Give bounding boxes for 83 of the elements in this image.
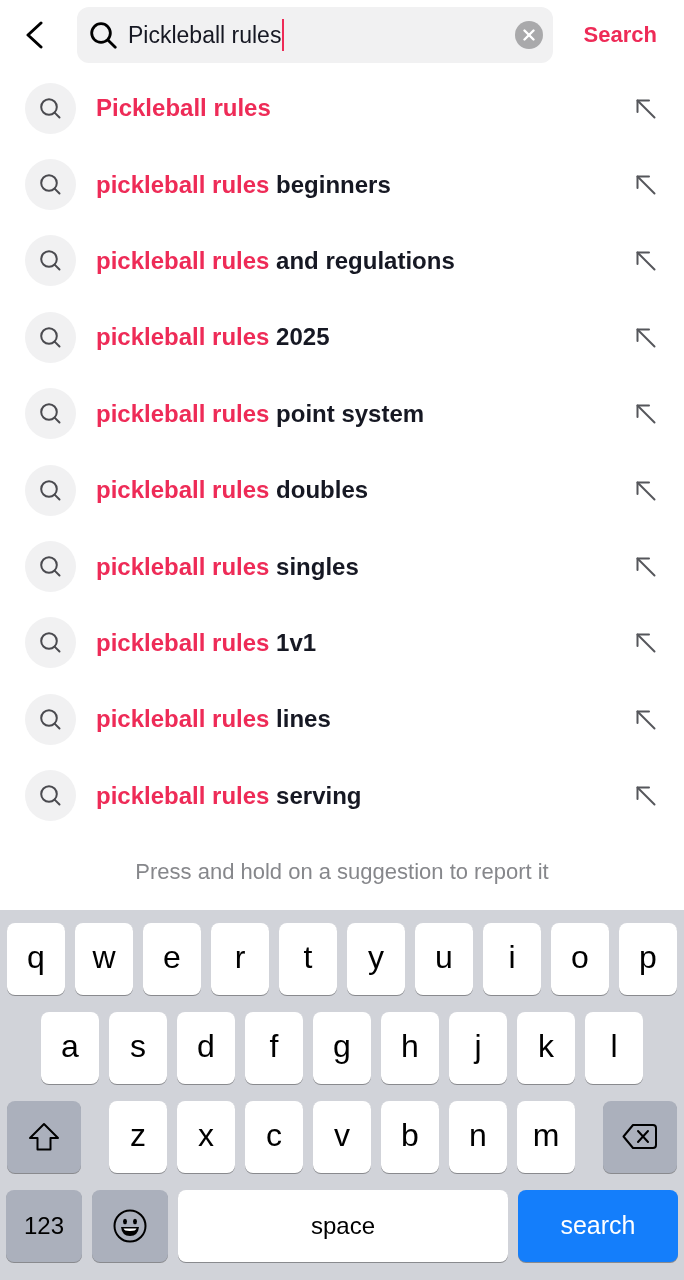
letter-key[interactable]: p [619, 922, 677, 995]
suggestion-text[interactable]: pickleball rules doubles [96, 475, 369, 506]
search-icon [25, 770, 76, 822]
delete-key[interactable] [603, 1100, 677, 1173]
search-icon [25, 235, 76, 287]
fill-search-button[interactable] [635, 403, 656, 425]
emoji-key[interactable] [92, 1189, 168, 1262]
letter-key[interactable]: y [347, 922, 405, 995]
suggestion-text[interactable]: pickleball rules lines [96, 704, 331, 735]
up-left-arrow-icon [635, 174, 656, 196]
letter-key[interactable]: i [483, 922, 541, 995]
suggestion-text[interactable]: Pickleball rules [96, 93, 271, 124]
search-icon [25, 541, 76, 593]
fill-search-button[interactable] [635, 632, 656, 654]
search-icon [25, 159, 76, 211]
letter-key[interactable]: o [551, 922, 609, 995]
search-query: Pickleball rules [128, 21, 282, 50]
up-left-arrow-icon [635, 250, 656, 272]
search-button[interactable]: Search [583, 20, 657, 50]
fill-search-button[interactable] [635, 326, 656, 348]
suggestion-text[interactable]: pickleball rules 1v1 [96, 627, 317, 658]
up-left-arrow-icon [635, 708, 656, 730]
letter-key[interactable]: a [41, 1011, 99, 1084]
shift-key[interactable] [7, 1100, 81, 1173]
suggestion-text[interactable]: pickleball rules and regulations [96, 245, 455, 276]
letter-key[interactable]: t [279, 922, 337, 995]
letter-key[interactable]: w [75, 922, 133, 995]
search-icon [25, 82, 76, 134]
suggestion-text[interactable]: pickleball rules serving [96, 780, 362, 811]
up-left-arrow-icon [635, 556, 656, 578]
suggestion-text[interactable]: pickleball rules singles [96, 551, 359, 582]
shift-icon [28, 1121, 60, 1152]
letter-key[interactable]: c [245, 1100, 303, 1173]
close-icon [523, 29, 535, 41]
smiley-icon [113, 1208, 147, 1243]
suggestion-text[interactable]: pickleball rules beginners [96, 169, 391, 200]
space-key[interactable]: space [178, 1189, 508, 1262]
letter-key[interactable]: f [245, 1011, 303, 1084]
fill-search-button[interactable] [635, 708, 656, 730]
letter-key[interactable]: d [177, 1011, 235, 1084]
letter-key[interactable]: l [585, 1011, 643, 1084]
letter-key[interactable]: s [109, 1011, 167, 1084]
search-icon [25, 617, 76, 669]
search-icon [25, 311, 76, 363]
up-left-arrow-icon [635, 97, 656, 119]
letter-key[interactable]: k [517, 1011, 575, 1084]
letter-key[interactable]: b [381, 1100, 439, 1173]
letter-key[interactable]: u [415, 922, 473, 995]
letter-key[interactable]: r [211, 922, 269, 995]
letter-key[interactable]: x [177, 1100, 235, 1173]
letter-key[interactable]: q [7, 922, 65, 995]
fill-search-button[interactable] [635, 174, 656, 196]
letter-key[interactable]: n [449, 1100, 507, 1173]
numbers-key[interactable]: 123 [6, 1189, 82, 1262]
search-icon [25, 464, 76, 516]
hint-text: Press and hold on a suggestion to report it [135, 858, 549, 885]
fill-search-button[interactable] [635, 556, 656, 578]
fill-search-button[interactable] [635, 250, 656, 272]
letter-key[interactable]: v [313, 1100, 371, 1173]
up-left-arrow-icon [635, 632, 656, 654]
suggestion-text[interactable]: pickleball rules 2025 [96, 322, 330, 353]
fill-search-button[interactable] [635, 479, 656, 501]
suggestion-text[interactable]: pickleball rules point system [96, 398, 425, 429]
back-button[interactable] [24, 21, 44, 49]
search-icon [25, 388, 76, 440]
search-field[interactable]: Pickleball rules [77, 7, 553, 63]
back-icon [24, 21, 44, 49]
fill-search-button[interactable] [635, 785, 656, 807]
letter-key[interactable]: e [143, 922, 201, 995]
letter-key[interactable]: m [517, 1100, 575, 1173]
letter-key[interactable]: g [313, 1011, 371, 1084]
backspace-icon [622, 1123, 658, 1151]
up-left-arrow-icon [635, 403, 656, 425]
search-icon [89, 21, 117, 49]
search-icon [25, 693, 76, 745]
up-left-arrow-icon [635, 785, 656, 807]
fill-search-button[interactable] [635, 97, 656, 119]
letter-key[interactable]: j [449, 1011, 507, 1084]
search-key[interactable]: search [518, 1189, 678, 1262]
up-left-arrow-icon [635, 479, 656, 501]
letter-key[interactable]: z [109, 1100, 167, 1173]
up-left-arrow-icon [635, 326, 656, 348]
letter-key[interactable]: h [381, 1011, 439, 1084]
